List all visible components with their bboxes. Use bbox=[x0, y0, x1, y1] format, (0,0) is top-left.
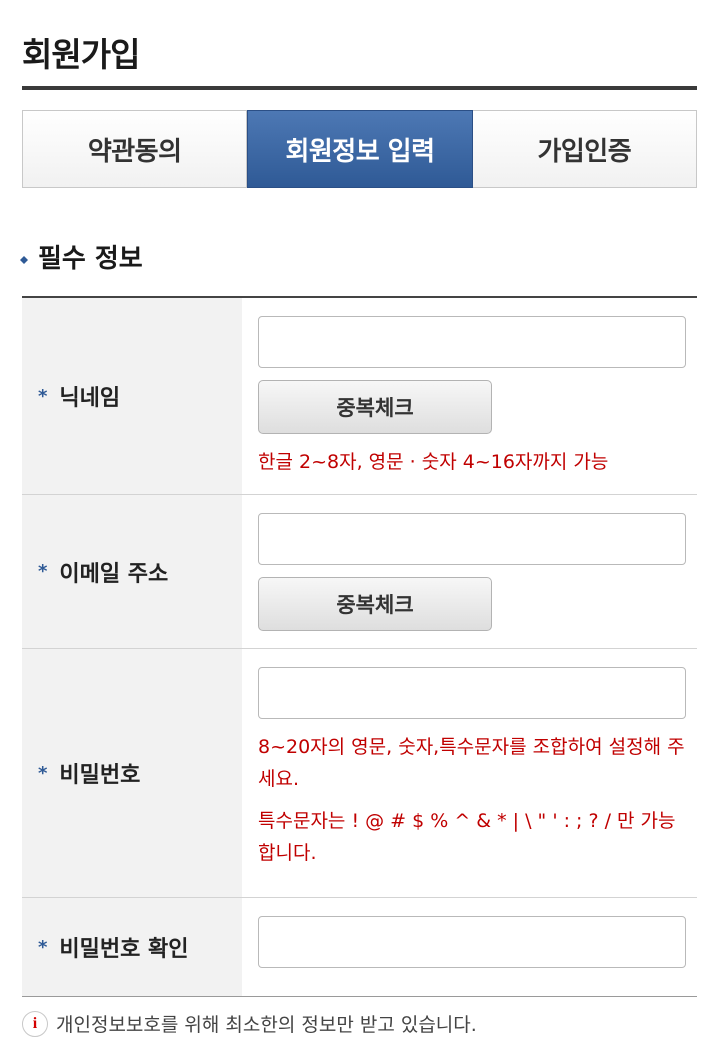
password-input[interactable] bbox=[258, 667, 686, 719]
tab-verification[interactable]: 가입인증 bbox=[472, 111, 696, 187]
tab-member-info[interactable]: 회원정보 입력 bbox=[247, 110, 473, 188]
tab-terms-agreement[interactable]: 약관동의 bbox=[23, 111, 248, 187]
required-info-form: * 닉네임 중복체크 한글 2~8자, 영문 · 숫자 4~16자까지 가능 *… bbox=[22, 296, 697, 997]
bullet-icon bbox=[20, 255, 28, 264]
email-label-cell: * 이메일 주소 bbox=[22, 495, 242, 648]
nickname-hint: 한글 2~8자, 영문 · 숫자 4~16자까지 가능 bbox=[258, 451, 609, 473]
password-rule-hint: 8~20자의 영문, 숫자,특수문자를 조합하여 설정해 주세요. bbox=[258, 736, 685, 790]
info-icon-glyph: i bbox=[32, 1014, 38, 1032]
password-confirm-input-cell bbox=[242, 898, 697, 996]
password-label: 비밀번호 bbox=[59, 763, 141, 788]
title-divider bbox=[22, 86, 697, 90]
password-special-chars-hint: 특수문자는 ! @ # $ % ^ & * | \ " ' : ; ? / 만 … bbox=[258, 810, 676, 864]
signup-steps-tabs: 약관동의 회원정보 입력 가입인증 bbox=[22, 110, 697, 188]
section-heading: 필수 정보 bbox=[20, 238, 143, 275]
privacy-notice: i 개인정보보호를 위해 최소한의 정보만 받고 있습니다. bbox=[22, 1010, 477, 1037]
password-input-cell: 8~20자의 영문, 숫자,특수문자를 조합하여 설정해 주세요. 특수문자는 … bbox=[242, 649, 697, 897]
nickname-label: 닉네임 bbox=[59, 386, 121, 411]
nickname-input[interactable] bbox=[258, 316, 686, 368]
required-mark: * bbox=[38, 936, 48, 958]
nickname-duplicate-check-button[interactable]: 중복체크 bbox=[258, 380, 492, 434]
email-duplicate-check-button[interactable]: 중복체크 bbox=[258, 577, 492, 631]
nickname-row: * 닉네임 중복체크 한글 2~8자, 영문 · 숫자 4~16자까지 가능 bbox=[22, 298, 697, 495]
email-row: * 이메일 주소 중복체크 bbox=[22, 495, 697, 649]
required-mark: * bbox=[38, 561, 48, 582]
password-confirm-label-cell: * 비밀번호 확인 bbox=[22, 898, 242, 996]
password-confirm-input[interactable] bbox=[258, 916, 686, 968]
password-confirm-label: 비밀번호 확인 bbox=[59, 937, 189, 962]
required-mark: * bbox=[38, 385, 48, 407]
password-confirm-row: * 비밀번호 확인 bbox=[22, 898, 697, 997]
signup-page: 회원가입 약관동의 회원정보 입력 가입인증 필수 정보 * 닉네임 중복체크 … bbox=[0, 0, 719, 1055]
privacy-notice-text: 개인정보보호를 위해 최소한의 정보만 받고 있습니다. bbox=[56, 1014, 477, 1036]
required-mark: * bbox=[38, 762, 48, 784]
nickname-input-cell: 중복체크 한글 2~8자, 영문 · 숫자 4~16자까지 가능 bbox=[242, 298, 697, 494]
info-icon: i bbox=[22, 1010, 48, 1037]
email-label: 이메일 주소 bbox=[59, 561, 169, 587]
section-title: 필수 정보 bbox=[38, 244, 143, 274]
nickname-label-cell: * 닉네임 bbox=[22, 298, 242, 494]
password-row: * 비밀번호 8~20자의 영문, 숫자,특수문자를 조합하여 설정해 주세요.… bbox=[22, 649, 697, 898]
password-label-cell: * 비밀번호 bbox=[22, 649, 242, 897]
email-input-cell: 중복체크 bbox=[242, 495, 697, 648]
page-title: 회원가입 bbox=[22, 35, 140, 74]
email-input[interactable] bbox=[258, 513, 686, 565]
